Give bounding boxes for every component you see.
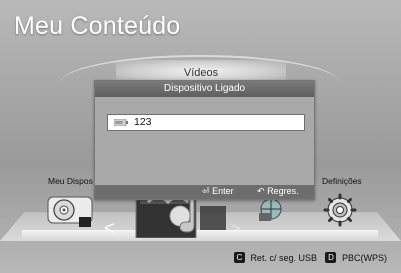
device-name: 123 (134, 116, 152, 128)
c-button-badge: C (233, 252, 245, 264)
enter-icon: ⏎ (202, 186, 210, 196)
dialog-footer: ⏎ Enter ↶ Regres. (95, 185, 314, 199)
dialog-title: Dispositivo Ligado (95, 81, 314, 97)
remote-button-hints: C Ret. c/ seg. USB D PBC(WPS) (233, 252, 393, 264)
my-devices-label[interactable]: Meu Dispos (48, 176, 93, 186)
my-content-screen: Meu Conteúdo Vídeos Meu Dispos Definiçõe… (0, 0, 401, 273)
return-icon: ↶ (257, 186, 265, 196)
c-button-label[interactable]: Ret. c/ seg. USB (250, 253, 317, 263)
d-button-label[interactable]: PBC(WPS) (342, 253, 387, 263)
device-connected-dialog: Dispositivo Ligado 123 ⏎ Enter ↶ Regres. (94, 80, 315, 200)
d-button-badge: D (325, 252, 337, 264)
settings-label[interactable]: Definições (322, 176, 362, 186)
carousel-next-icon[interactable]: > (232, 220, 240, 236)
back-hint[interactable]: ↶ Regres. (257, 186, 299, 197)
back-label: Regres. (267, 186, 299, 196)
enter-label: Enter (212, 186, 234, 196)
page-title: Meu Conteúdo (14, 12, 181, 40)
videos-tab[interactable]: Vídeos (116, 60, 286, 82)
enter-hint[interactable]: ⏎ Enter (202, 186, 234, 197)
usb-drive-icon (114, 119, 128, 126)
gear-icon[interactable] (322, 192, 358, 228)
carousel-prev-icon[interactable]: < (104, 218, 115, 239)
device-list-item[interactable]: 123 (107, 114, 305, 131)
disc-device-icon[interactable] (46, 193, 96, 229)
